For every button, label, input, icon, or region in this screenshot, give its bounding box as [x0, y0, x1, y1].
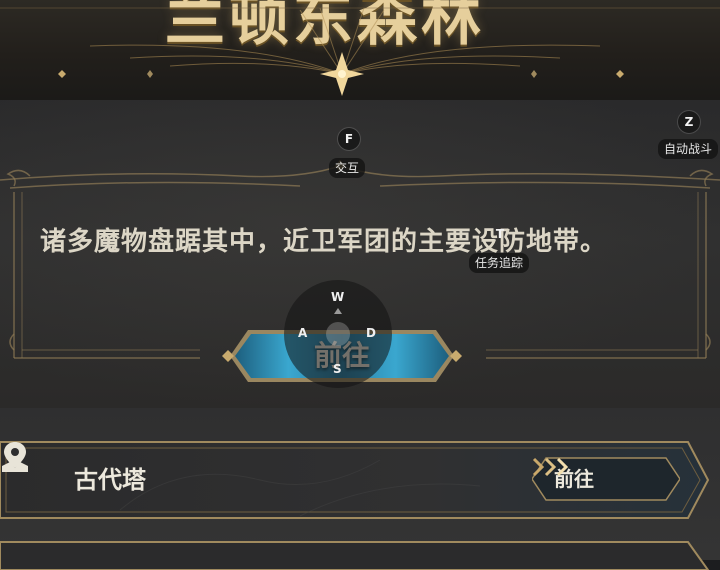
map-pin-icon [2, 442, 28, 472]
joystick-key-up: W [331, 290, 345, 304]
location-name: 古代塔 [74, 465, 146, 494]
next-location-card-edge [0, 541, 710, 570]
interact-label[interactable]: 交互 [329, 158, 366, 178]
location-banner: 兰顿东森林 [0, 0, 720, 100]
joystick-key-right: D [366, 326, 376, 340]
auto-battle-key-hint: Z [678, 111, 700, 133]
location-go-button[interactable]: 前往 [532, 456, 680, 502]
location-card[interactable]: 古代塔 前往 [0, 440, 712, 524]
interact-key-hint: F [338, 128, 360, 150]
up-arrow-icon [334, 308, 342, 314]
quest-track-key-hint: T [495, 227, 505, 241]
triple-chevron-icon [532, 457, 569, 477]
location-description: 诸多魔物盘踞其中，近卫军团的主要设防地带。 [40, 227, 608, 257]
joystick-knob[interactable] [326, 322, 350, 346]
auto-battle-label[interactable]: 自动战斗 [658, 139, 719, 159]
joystick-key-left: A [298, 326, 308, 340]
joystick-key-down: S [333, 362, 342, 376]
banner-ornament [0, 7, 720, 96]
movement-joystick[interactable]: W A D S [284, 280, 392, 388]
location-list: 古代塔 前往 [0, 408, 720, 570]
quest-track-label[interactable]: 任务追踪 [469, 253, 530, 273]
